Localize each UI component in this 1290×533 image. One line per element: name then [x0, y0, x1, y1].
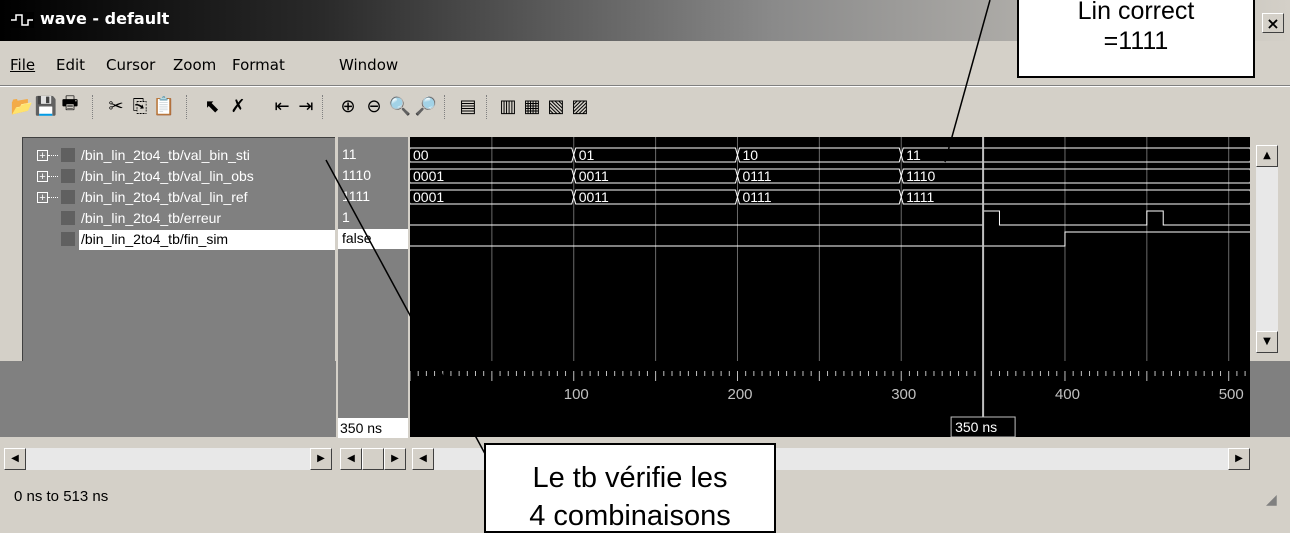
callout-pointer-line [325, 159, 491, 464]
callout-pointer-line [944, 0, 991, 163]
callout-tb-verifie: Le tb vérifie les 4 combinaisons [484, 443, 776, 533]
callout-lin-correct: Lin correct =1111 [1017, 0, 1255, 78]
